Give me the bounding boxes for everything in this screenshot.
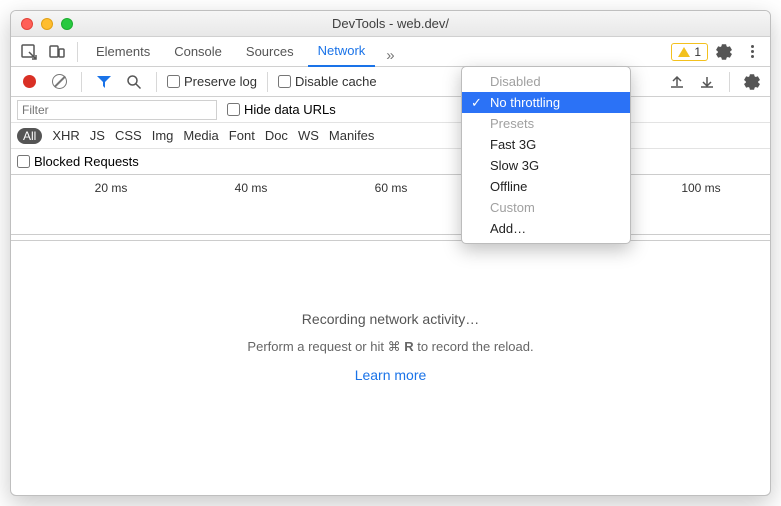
dropdown-header-presets: Presets — [462, 113, 630, 134]
warning-icon — [678, 47, 690, 57]
chip-ws[interactable]: WS — [298, 128, 319, 143]
preserve-log-input[interactable] — [167, 75, 180, 88]
throttling-option-add[interactable]: Add… — [462, 218, 630, 239]
throttling-option-offline[interactable]: Offline — [462, 176, 630, 197]
blocked-requests-bar: Blocked Requests — [11, 149, 770, 175]
record-button[interactable] — [17, 70, 41, 94]
tabs-bar: Elements Console Sources Network 1 — [11, 37, 770, 67]
minimize-button[interactable] — [41, 18, 53, 30]
learn-more-link[interactable]: Learn more — [355, 367, 427, 383]
dropdown-header-disabled: Disabled — [462, 71, 630, 92]
blocked-requests-input[interactable] — [17, 155, 30, 168]
tab-network[interactable]: Network — [308, 37, 376, 67]
chip-xhr[interactable]: XHR — [52, 128, 79, 143]
timeline-overview[interactable]: 20 ms 40 ms 60 ms 100 ms — [11, 175, 770, 235]
separator — [267, 72, 268, 92]
separator — [81, 72, 82, 92]
hide-data-urls-input[interactable] — [227, 103, 240, 116]
empty-title: Recording network activity… — [302, 311, 479, 327]
throttling-option-fast-3g[interactable]: Fast 3G — [462, 134, 630, 155]
disable-cache-input[interactable] — [278, 75, 291, 88]
device-toggle-icon[interactable] — [45, 40, 69, 64]
tab-sources[interactable]: Sources — [236, 37, 304, 67]
dropdown-header-custom: Custom — [462, 197, 630, 218]
chip-img[interactable]: Img — [152, 128, 174, 143]
warnings-badge[interactable]: 1 — [671, 43, 708, 61]
hide-data-urls-checkbox[interactable]: Hide data URLs — [227, 102, 336, 117]
timeline-tick: 20 ms — [95, 181, 128, 195]
tab-elements[interactable]: Elements — [86, 37, 160, 67]
settings-icon[interactable] — [712, 40, 736, 64]
filter-input[interactable] — [17, 100, 217, 120]
preserve-log-label: Preserve log — [184, 74, 257, 89]
export-har-icon[interactable] — [695, 70, 719, 94]
chip-font[interactable]: Font — [229, 128, 255, 143]
kebab-menu-icon[interactable] — [740, 40, 764, 64]
window-title: DevTools - web.dev/ — [11, 16, 770, 31]
empty-state: Recording network activity… Perform a re… — [11, 241, 770, 453]
timeline-tick: 100 ms — [681, 181, 720, 195]
chip-all[interactable]: All — [17, 128, 42, 144]
hide-data-urls-label: Hide data URLs — [244, 102, 336, 117]
warnings-count: 1 — [694, 45, 701, 59]
blocked-requests-label: Blocked Requests — [34, 154, 139, 169]
chip-media[interactable]: Media — [183, 128, 218, 143]
clear-button[interactable] — [47, 70, 71, 94]
disable-cache-checkbox[interactable]: Disable cache — [278, 74, 377, 89]
network-settings-icon[interactable] — [740, 70, 764, 94]
search-icon[interactable] — [122, 70, 146, 94]
resource-type-bar: All XHR JS CSS Img Media Font Doc WS Man… — [11, 123, 770, 149]
separator — [77, 42, 78, 62]
blocked-requests-checkbox[interactable]: Blocked Requests — [17, 154, 139, 169]
more-tabs-icon[interactable] — [379, 40, 403, 64]
window-controls — [21, 18, 73, 30]
devtools-window: DevTools - web.dev/ Elements Console Sou… — [10, 10, 771, 496]
preserve-log-checkbox[interactable]: Preserve log — [167, 74, 257, 89]
inspect-icon[interactable] — [17, 40, 41, 64]
chip-css[interactable]: CSS — [115, 128, 142, 143]
chip-doc[interactable]: Doc — [265, 128, 288, 143]
chip-manifest[interactable]: Manifes — [329, 128, 375, 143]
throttling-option-slow-3g[interactable]: Slow 3G — [462, 155, 630, 176]
disable-cache-label: Disable cache — [295, 74, 377, 89]
chip-js[interactable]: JS — [90, 128, 105, 143]
import-har-icon[interactable] — [665, 70, 689, 94]
empty-subtitle: Perform a request or hit ⌘ R to record t… — [247, 339, 533, 355]
tab-console[interactable]: Console — [164, 37, 232, 67]
network-toolbar: Preserve log Disable cache — [11, 67, 770, 97]
separator — [729, 72, 730, 92]
separator — [156, 72, 157, 92]
filter-bar: Hide data URLs — [11, 97, 770, 123]
throttling-dropdown: Disabled No throttling Presets Fast 3G S… — [461, 66, 631, 244]
timeline-tick: 60 ms — [375, 181, 408, 195]
zoom-button[interactable] — [61, 18, 73, 30]
titlebar: DevTools - web.dev/ — [11, 11, 770, 37]
timeline-tick: 40 ms — [235, 181, 268, 195]
close-button[interactable] — [21, 18, 33, 30]
filter-toggle-icon[interactable] — [92, 70, 116, 94]
throttling-option-no-throttling[interactable]: No throttling — [462, 92, 630, 113]
